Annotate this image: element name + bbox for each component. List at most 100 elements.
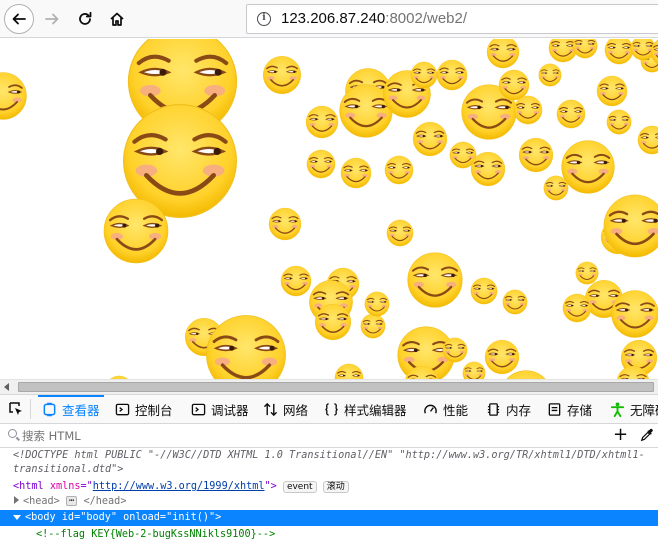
html-attr-eq: ="	[80, 481, 93, 492]
forward-button[interactable]	[37, 4, 67, 34]
toolbar-separator	[30, 399, 31, 419]
tab-debugger-label: 调试器	[211, 402, 249, 418]
home-icon	[110, 12, 124, 26]
add-node-icon[interactable]: +	[613, 426, 628, 444]
smiley-face-icon	[606, 109, 632, 135]
body-node-selected[interactable]: <body id="body" onload="init()">	[0, 510, 658, 526]
flag-comment: <!--flag KEY{Web-2-bugKssNNikls9100}-->	[36, 529, 276, 540]
page-viewport	[0, 39, 658, 379]
markup-view: <!DOCTYPE html PUBLIC "-//W3C//DTD XHTML…	[0, 448, 658, 546]
element-picker-button[interactable]	[8, 401, 24, 420]
tab-inspector[interactable]: 查看器	[38, 395, 104, 423]
html-node[interactable]: <html xmlns="http://www.w3.org/1999/xhtm…	[13, 479, 658, 495]
smiley-face-icon	[610, 289, 658, 339]
reload-button[interactable]	[70, 4, 100, 34]
arrow-left-icon	[12, 13, 26, 25]
smiley-face-icon	[562, 293, 592, 323]
smiley-face-icon	[364, 291, 390, 317]
search-icon	[8, 429, 17, 438]
smiley-face-icon	[596, 75, 628, 107]
smiley-face-icon	[543, 175, 569, 201]
tab-console-label: 控制台	[135, 402, 173, 418]
tab-storage[interactable]: 存储	[547, 395, 592, 423]
back-button[interactable]	[4, 4, 34, 34]
doctype-text-1: <!DOCTYPE html PUBLIC "-//W3C//DTD XHTML…	[13, 450, 645, 461]
smiley-face-icon	[404, 365, 440, 379]
smiley-face-icon	[340, 157, 372, 189]
expand-twisty-icon[interactable]	[14, 496, 19, 504]
collapse-twisty-icon[interactable]	[13, 514, 21, 520]
smiley-face-icon	[650, 39, 658, 67]
smiley-face-icon	[498, 369, 554, 379]
element-picker-icon	[9, 402, 22, 415]
url-text[interactable]: 123.206.87.240:8002/web2/	[281, 10, 467, 27]
memory-icon	[487, 402, 500, 416]
smiley-face-icon	[268, 207, 302, 241]
smiley-face-icon	[102, 197, 170, 265]
smiley-face-icon	[470, 277, 498, 305]
tab-style-editor[interactable]: 样式编辑器	[324, 395, 407, 423]
markup-search-bar: +	[0, 424, 658, 448]
head-tag-close: </head>	[83, 496, 127, 507]
accessibility-icon	[610, 401, 625, 417]
tab-performance[interactable]: 性能	[423, 395, 468, 423]
html-tag-close: ">	[264, 481, 277, 492]
smiley-face-icon	[306, 149, 336, 179]
address-bar[interactable]: i 123.206.87.240:8002/web2/	[246, 4, 658, 34]
smiley-face-icon	[470, 151, 506, 187]
collapsed-dots-icon[interactable]: ⋯	[65, 496, 78, 506]
horizontal-scrollbar[interactable]	[0, 379, 658, 394]
comment-node[interactable]: <!--flag KEY{Web-2-bugKssNNikls9100}-->	[36, 527, 658, 543]
smiley-face-icon	[0, 71, 28, 121]
tab-network[interactable]: 网络	[263, 395, 308, 423]
smiley-face-icon	[616, 365, 650, 379]
smiley-face-icon	[518, 137, 554, 173]
browser-toolbar: i 123.206.87.240:8002/web2/	[0, 0, 658, 38]
scrollbar-thumb[interactable]	[18, 382, 654, 392]
smiley-face-icon	[410, 61, 438, 89]
performance-icon	[424, 404, 437, 414]
smiley-face-icon	[486, 39, 520, 69]
tab-storage-label: 存储	[567, 402, 593, 418]
smiley-face-icon	[538, 63, 562, 87]
smiley-face-icon	[305, 105, 339, 139]
url-path: :8002/web2/	[385, 10, 468, 27]
html-attr-value[interactable]: http://www.w3.org/1999/xhtml	[93, 481, 265, 492]
tab-performance-label: 性能	[443, 402, 469, 418]
debugger-icon	[191, 403, 206, 415]
smiley-face-icon	[502, 289, 528, 315]
smiley-face-icon	[556, 99, 586, 129]
tab-memory[interactable]: 内存	[486, 395, 531, 423]
devtools-tabbar: 查看器 控制台 调试器 网络 样式编辑器 性能 内存 存储 无障	[0, 394, 658, 424]
body-tag: <body id="body" onload="init()">	[25, 512, 222, 523]
tab-debugger[interactable]: 调试器	[191, 395, 249, 423]
smiley-face-icon	[386, 219, 414, 247]
event-badge[interactable]: event	[282, 481, 317, 493]
doctype-line-cont[interactable]: transitional.dtd">	[13, 462, 658, 478]
head-node[interactable]: <head> ⋯ </head>	[0, 494, 658, 510]
smiley-face-icon	[462, 361, 486, 379]
smiley-face-icon	[513, 95, 543, 125]
site-info-icon[interactable]: i	[257, 12, 271, 26]
tab-memory-label: 内存	[506, 402, 532, 418]
search-html-input[interactable]	[22, 427, 592, 444]
smiley-face-icon	[262, 55, 302, 95]
smiley-face-icon	[412, 121, 448, 157]
smiley-face-icon	[572, 39, 598, 59]
tab-console[interactable]: 控制台	[115, 395, 173, 423]
reload-icon	[79, 11, 92, 25]
smiley-face-icon	[384, 155, 414, 185]
inspector-icon	[43, 402, 56, 416]
scroll-left-arrow-icon[interactable]	[4, 383, 9, 391]
html-attr-name: xmlns	[49, 481, 81, 492]
tab-accessibility-label: 无障碍	[630, 402, 658, 418]
scroll-badge[interactable]: 滚动	[322, 481, 349, 493]
home-button[interactable]	[102, 4, 132, 34]
eyedropper-icon[interactable]	[640, 428, 654, 442]
smiley-face-icon	[406, 251, 464, 309]
console-icon	[115, 403, 130, 415]
tab-inspector-label: 查看器	[62, 402, 100, 418]
tab-accessibility[interactable]: 无障碍	[610, 395, 658, 423]
doctype-text-2: transitional.dtd">	[13, 464, 124, 475]
smiley-face-icon	[637, 125, 658, 155]
